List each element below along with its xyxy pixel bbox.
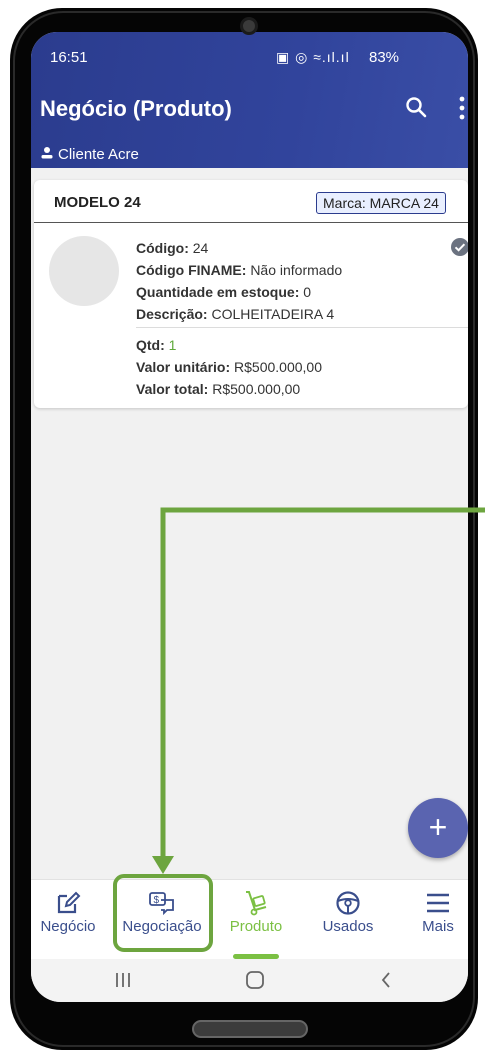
annotation-arrow <box>152 507 485 874</box>
speaker-grille <box>192 1020 308 1038</box>
annotation-highlight-box <box>113 874 213 952</box>
